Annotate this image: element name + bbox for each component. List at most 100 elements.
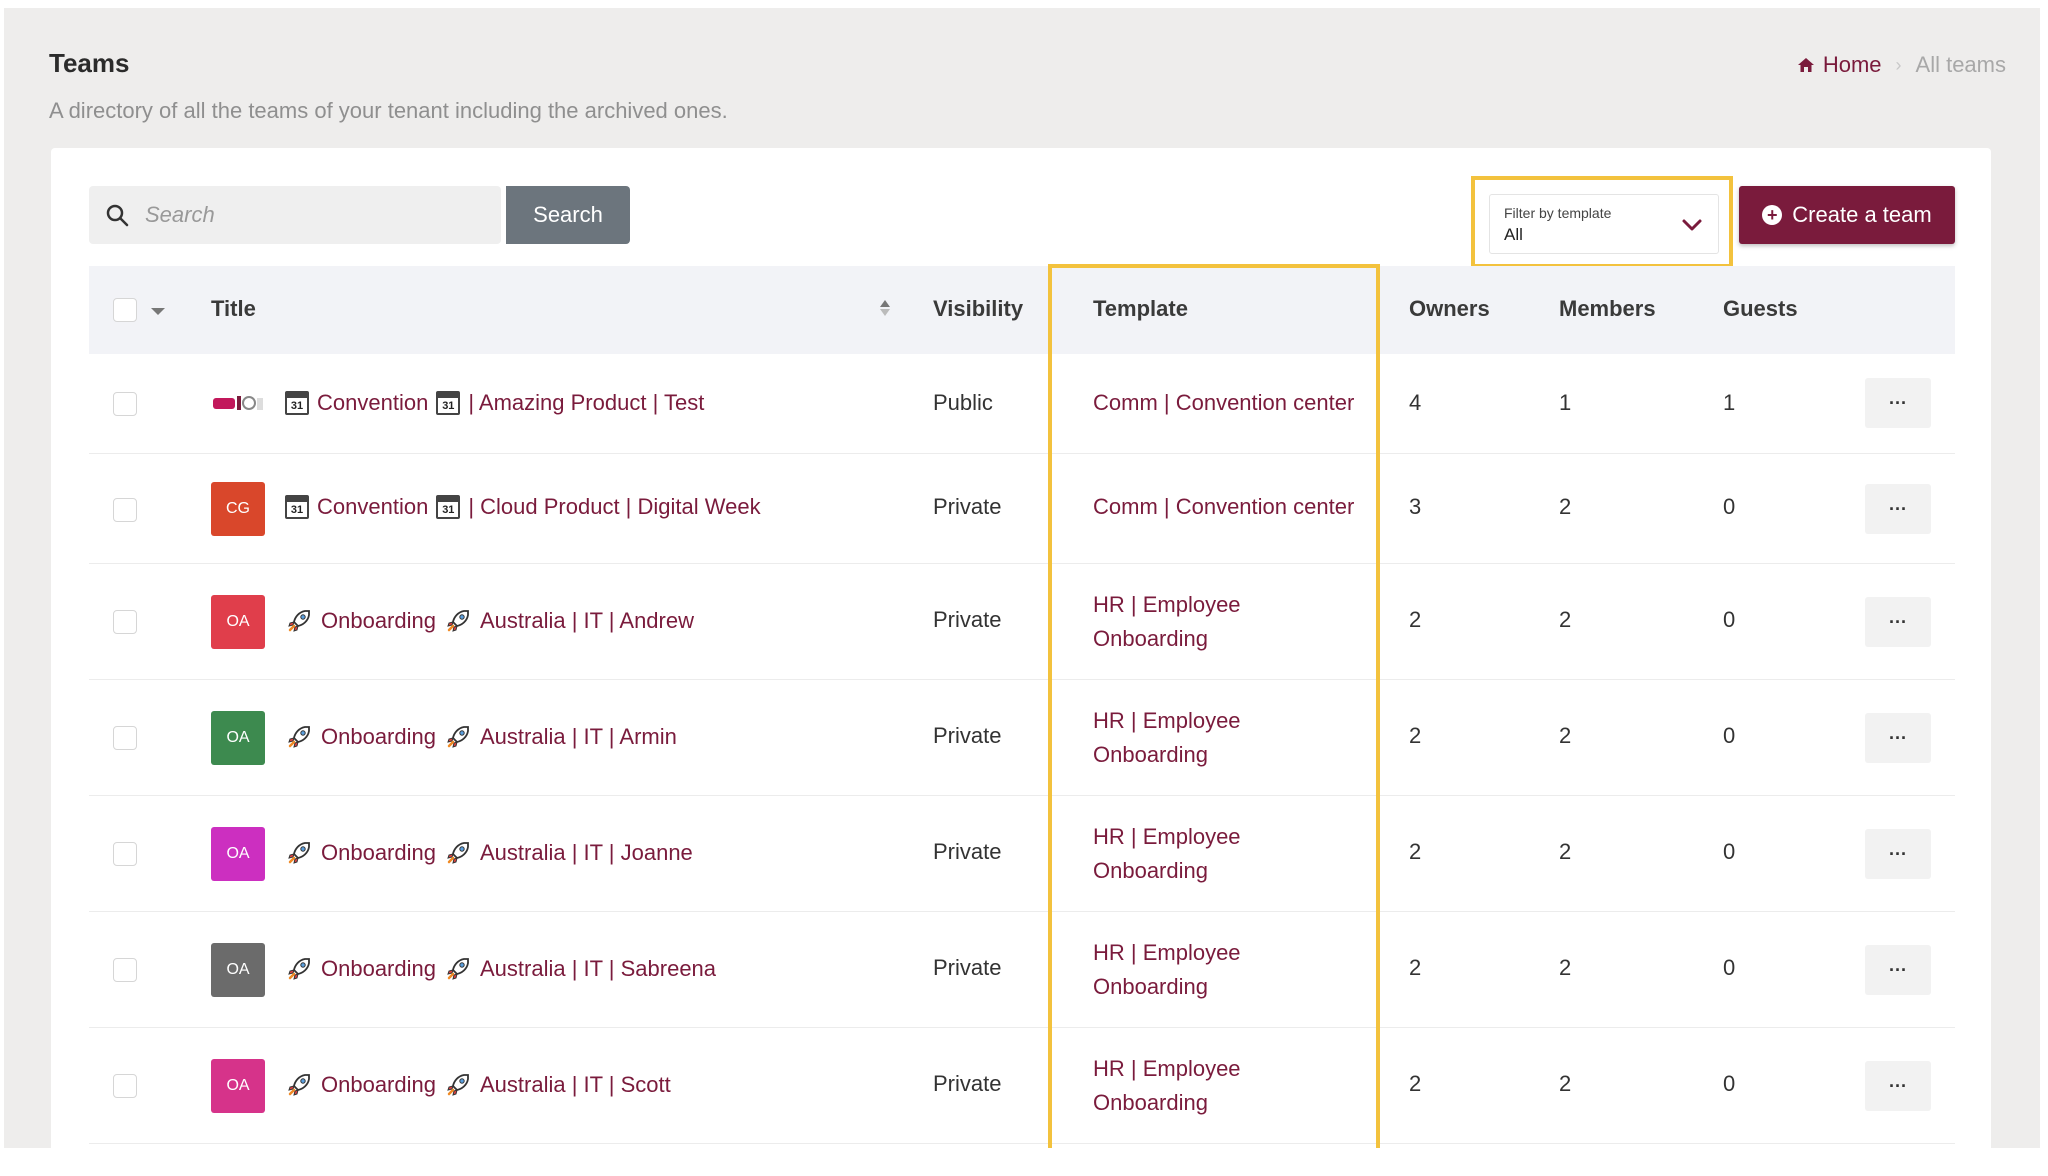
more-actions-button[interactable]: ··· — [1865, 378, 1931, 428]
breadcrumb-home-label: Home — [1822, 52, 1882, 77]
avatar: OA — [211, 827, 265, 881]
team-title-word: Onboarding — [321, 1072, 436, 1097]
template-line-2: Onboarding — [1093, 1090, 1208, 1115]
rocket-icon — [447, 726, 469, 748]
filter-value: All — [1504, 225, 1523, 244]
calendar-icon: 31 — [436, 495, 461, 519]
caret-down-icon[interactable] — [151, 308, 165, 315]
breadcrumb-home[interactable]: Home — [1797, 52, 1882, 78]
breadcrumb-current: All teams — [1915, 52, 2006, 77]
team-visibility: Private — [933, 839, 1002, 864]
column-members: Members — [1559, 296, 1656, 321]
filter-highlight-box: Filter by template All — [1471, 176, 1733, 268]
row-checkbox[interactable] — [113, 726, 137, 750]
filter-by-template-select[interactable]: Filter by template All — [1489, 194, 1719, 254]
rocket-icon — [288, 1074, 310, 1096]
team-owners: 2 — [1409, 955, 1422, 980]
row-checkbox[interactable] — [113, 498, 137, 522]
teams-page: Teams A directory of all the teams of yo… — [4, 8, 2040, 1148]
page-title: Teams — [49, 48, 130, 78]
row-checkbox[interactable] — [113, 842, 137, 866]
search-icon — [106, 204, 129, 227]
breadcrumb: Home › All teams — [1797, 52, 2006, 78]
team-guests: 0 — [1723, 955, 1736, 980]
table-row[interactable]: OA Onboarding Australia | IT | Scott Pri… — [89, 1028, 1955, 1144]
row-checkbox[interactable] — [113, 610, 137, 634]
table-row[interactable]: OA Onboarding Australia | IT | Andrew Pr… — [89, 564, 1955, 680]
template-line-1: HR | Employee — [1093, 940, 1241, 965]
team-template[interactable]: HR | Employee Onboarding — [1093, 1052, 1241, 1120]
team-owners: 4 — [1409, 390, 1422, 415]
table-row[interactable]: OA Onboarding Australia | IT | Armin Pri… — [89, 680, 1955, 796]
chevron-down-icon — [1682, 219, 1702, 231]
table-row[interactable]: CG 31 Convention 31 | Cloud Product | Di… — [89, 454, 1955, 564]
team-title-link[interactable]: Onboarding Australia | IT | Andrew — [285, 607, 694, 635]
team-title-word: Onboarding — [321, 956, 436, 981]
table-row[interactable]: 31 Convention 31 | Amazing Product | Tes… — [89, 354, 1955, 454]
team-title-word: Convention — [317, 390, 429, 415]
column-guests: Guests — [1723, 296, 1798, 321]
create-team-label: Create a team — [1792, 202, 1932, 227]
table-row[interactable]: OA Onboarding Australia | IT | Joanne Pr… — [89, 796, 1955, 912]
team-guests: 0 — [1723, 1071, 1736, 1096]
avatar: OA — [211, 943, 265, 997]
team-title-rest: Australia | IT | Joanne — [479, 840, 693, 865]
team-title-link[interactable]: 31 Convention 31 | Cloud Product | Digit… — [285, 494, 761, 520]
team-template[interactable]: HR | Employee Onboarding — [1093, 936, 1241, 1004]
table-row[interactable]: OA Onboarding Australia | IT | Sabreena … — [89, 912, 1955, 1028]
team-members: 1 — [1559, 390, 1572, 415]
team-title-link[interactable]: Onboarding Australia | IT | Armin — [285, 723, 677, 751]
team-template[interactable]: HR | Employee Onboarding — [1093, 588, 1241, 656]
team-title-link[interactable]: Onboarding Australia | IT | Joanne — [285, 839, 693, 867]
avatar: CG — [211, 482, 265, 536]
team-template[interactable]: HR | Employee Onboarding — [1093, 704, 1241, 772]
template-line-2: Onboarding — [1093, 626, 1208, 651]
template-line-1: HR | Employee — [1093, 592, 1241, 617]
team-owners: 2 — [1409, 723, 1422, 748]
filter-label: Filter by template — [1504, 205, 1612, 221]
team-template[interactable]: HR | Employee Onboarding — [1093, 820, 1241, 888]
row-checkbox[interactable] — [113, 958, 137, 982]
team-members: 2 — [1559, 1071, 1572, 1096]
team-logo-icon — [213, 396, 263, 410]
column-visibility: Visibility — [933, 296, 1024, 321]
column-title[interactable]: Title — [211, 296, 256, 322]
row-checkbox[interactable] — [113, 1074, 137, 1098]
team-guests: 0 — [1723, 494, 1736, 519]
select-all-checkbox[interactable] — [113, 298, 137, 322]
teams-card: Search Filter by template All + Create a… — [51, 148, 1991, 1148]
row-checkbox[interactable] — [113, 392, 137, 416]
team-template[interactable]: Comm | Convention center — [1093, 386, 1354, 420]
team-title-link[interactable]: 31 Convention 31 | Amazing Product | Tes… — [285, 390, 704, 416]
create-team-button[interactable]: + Create a team — [1739, 186, 1955, 244]
template-line-1: HR | Employee — [1093, 708, 1241, 733]
team-visibility: Private — [933, 1071, 1002, 1096]
search-button[interactable]: Search — [506, 186, 630, 244]
team-title-word: Onboarding — [321, 840, 436, 865]
template-line-1: HR | Employee — [1093, 824, 1241, 849]
more-actions-button[interactable]: ··· — [1865, 597, 1931, 647]
column-template: Template — [1093, 296, 1188, 321]
team-owners: 2 — [1409, 1071, 1422, 1096]
rocket-icon — [447, 958, 469, 980]
more-actions-button[interactable]: ··· — [1865, 713, 1931, 763]
team-owners: 2 — [1409, 607, 1422, 632]
team-owners: 3 — [1409, 494, 1422, 519]
sort-icon[interactable] — [879, 296, 891, 320]
chevron-right-icon: › — [1895, 54, 1902, 75]
team-members: 2 — [1559, 723, 1572, 748]
search-input[interactable] — [145, 202, 485, 228]
team-title-link[interactable]: Onboarding Australia | IT | Sabreena — [285, 955, 716, 983]
team-guests: 0 — [1723, 839, 1736, 864]
more-actions-button[interactable]: ··· — [1865, 945, 1931, 995]
team-title-link[interactable]: Onboarding Australia | IT | Scott — [285, 1071, 671, 1099]
calendar-icon: 31 — [285, 391, 309, 415]
more-actions-button[interactable]: ··· — [1865, 829, 1931, 879]
rocket-icon — [288, 726, 310, 748]
more-actions-button[interactable]: ··· — [1865, 1061, 1931, 1111]
team-visibility: Private — [933, 723, 1002, 748]
team-guests: 0 — [1723, 723, 1736, 748]
team-template[interactable]: Comm | Convention center — [1093, 490, 1354, 524]
team-members: 2 — [1559, 494, 1572, 519]
more-actions-button[interactable]: ··· — [1865, 484, 1931, 534]
